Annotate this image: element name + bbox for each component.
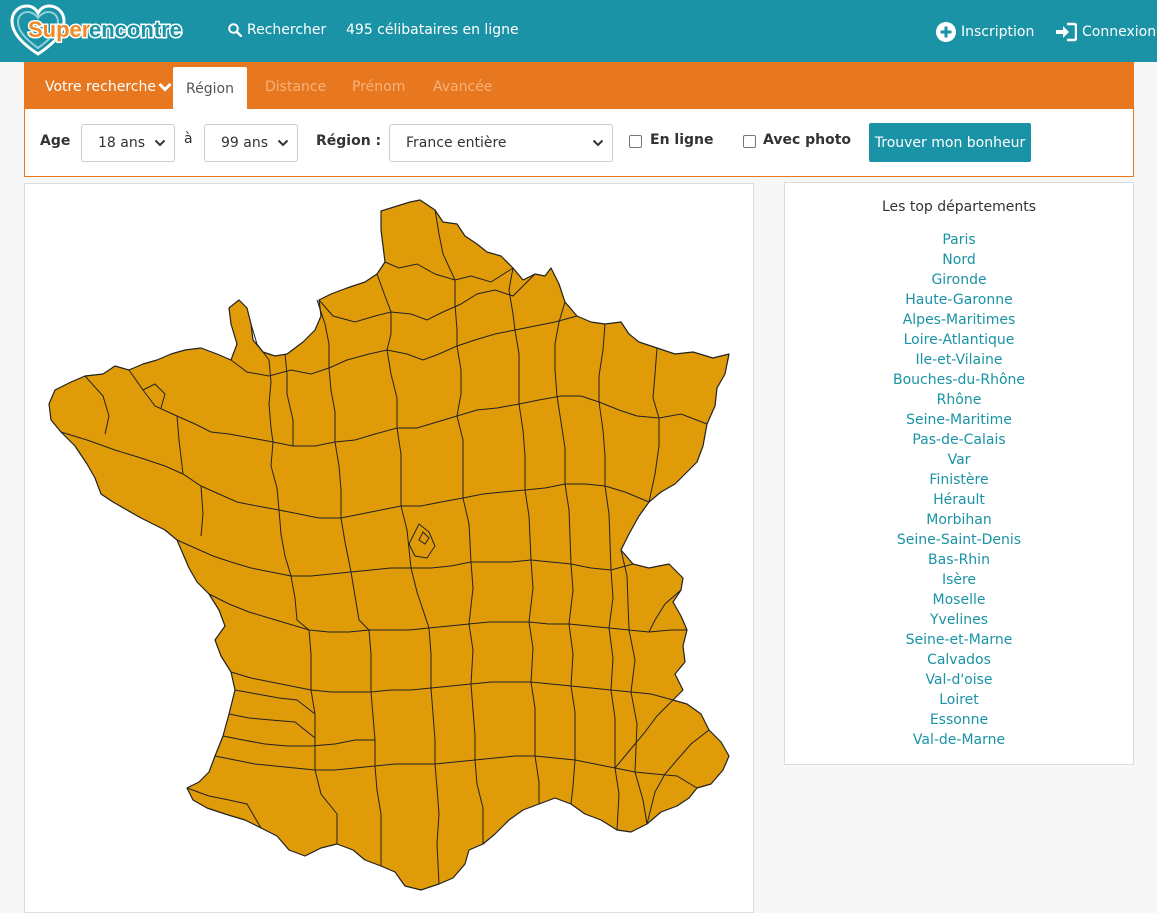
- search-filters: Age 18 ans à 99 ans Région : France enti…: [25, 109, 1133, 177]
- departement-link[interactable]: Bouches-du-Rhône: [785, 371, 1133, 391]
- departement-link[interactable]: Seine-Maritime: [785, 411, 1133, 431]
- departement-link[interactable]: Ile-et-Vilaine: [785, 351, 1133, 371]
- online-checkbox-label: En ligne: [650, 132, 714, 148]
- tab-prenom-label: Prénom: [352, 79, 406, 95]
- superencontre-logo[interactable]: Super encontre: [10, 4, 186, 60]
- search-link[interactable]: Rechercher: [228, 22, 326, 38]
- svg-text:encontre: encontre: [89, 17, 182, 42]
- departement-link[interactable]: Var: [785, 451, 1133, 471]
- departement-link[interactable]: Calvados: [785, 651, 1133, 671]
- top-navbar: Super encontre Rechercher 495 célibatair…: [0, 0, 1157, 62]
- top-departements-title: Les top départements: [881, 199, 1037, 215]
- departement-link[interactable]: Alpes-Maritimes: [785, 311, 1133, 331]
- tab-avancee[interactable]: Avancée: [433, 63, 492, 109]
- departement-link[interactable]: Haute-Garonne: [785, 291, 1133, 311]
- chevron-down-icon: [154, 139, 166, 147]
- search-tabs: Votre recherche Région Distance Prénom A…: [25, 63, 1133, 109]
- age-min-value: 18 ans: [98, 135, 146, 151]
- tab-votre-recherche[interactable]: Votre recherche: [45, 63, 172, 109]
- photo-checkbox[interactable]: [743, 135, 756, 148]
- online-count[interactable]: 495 célibataires en ligne: [346, 22, 519, 38]
- age-max-value: 99 ans: [221, 135, 269, 151]
- online-checkbox[interactable]: [629, 135, 642, 148]
- departement-link[interactable]: Seine-et-Marne: [785, 631, 1133, 651]
- departement-link[interactable]: Seine-Saint-Denis: [785, 531, 1133, 551]
- departement-link[interactable]: Paris: [785, 231, 1133, 251]
- region-select[interactable]: France entière: [389, 124, 613, 162]
- tab-prenom[interactable]: Prénom: [352, 63, 405, 109]
- age-min-select[interactable]: 18 ans: [81, 124, 175, 162]
- departement-link[interactable]: Pas-de-Calais: [785, 431, 1133, 451]
- departement-link[interactable]: Bas-Rhin: [785, 551, 1133, 571]
- departement-link[interactable]: Hérault: [785, 491, 1133, 511]
- region-value: France entière: [406, 135, 507, 151]
- search-panel: Votre recherche Région Distance Prénom A…: [24, 62, 1134, 177]
- age-to-label: à: [184, 131, 193, 147]
- find-button[interactable]: Trouver mon bonheur: [869, 123, 1031, 162]
- svg-text:Super: Super: [28, 17, 91, 42]
- signup-label: Inscription: [961, 24, 1035, 40]
- departement-link[interactable]: Finistère: [785, 471, 1133, 491]
- departement-link[interactable]: Essonne: [785, 711, 1133, 731]
- tab-distance[interactable]: Distance: [265, 63, 326, 109]
- france-map-panel: [24, 183, 754, 913]
- departement-link[interactable]: Val-de-Marne: [785, 731, 1133, 751]
- search-link-label: Rechercher: [247, 22, 327, 38]
- departement-link[interactable]: Loiret: [785, 691, 1133, 711]
- signup-link[interactable]: Inscription: [936, 22, 1034, 42]
- online-count-label: 495 célibataires en ligne: [346, 22, 519, 38]
- top-departements-panel: Les top départements Paris Nord Gironde Hau…: [784, 182, 1134, 765]
- departement-link[interactable]: Moselle: [785, 591, 1133, 611]
- departement-link[interactable]: Nord: [785, 251, 1133, 271]
- age-label: Age: [40, 133, 71, 149]
- top-departements-list: Paris Nord Gironde Haute-Garonne Alpes-Marit…: [785, 231, 1133, 751]
- departement-link[interactable]: Loire-Atlantique: [785, 331, 1133, 351]
- departement-link[interactable]: Val-d'oise: [785, 671, 1133, 691]
- tab-region[interactable]: Région: [173, 67, 247, 109]
- photo-checkbox-label: Avec photo: [763, 132, 852, 148]
- plus-circle-icon: [936, 22, 956, 42]
- tab-votre-recherche-label: Votre recherche: [45, 79, 156, 95]
- departement-link[interactable]: Morbihan: [785, 511, 1133, 531]
- tab-avancee-label: Avancée: [433, 79, 493, 95]
- departement-link[interactable]: Gironde: [785, 271, 1133, 291]
- france-outline: [48, 199, 730, 891]
- tab-region-label: Région: [186, 81, 234, 97]
- departement-link[interactable]: Yvelines: [785, 611, 1133, 631]
- login-label: Connexion: [1082, 24, 1157, 40]
- age-max-select[interactable]: 99 ans: [204, 124, 298, 162]
- chevron-down-icon: [158, 82, 172, 92]
- france-departements-map[interactable]: [25, 184, 755, 900]
- chevron-down-icon: [592, 139, 604, 147]
- find-button-label: Trouver mon bonheur: [874, 134, 1026, 151]
- chevron-down-icon: [277, 139, 289, 147]
- login-link[interactable]: Connexion: [1055, 22, 1156, 42]
- tab-distance-label: Distance: [265, 79, 327, 95]
- departement-link[interactable]: Isère: [785, 571, 1133, 591]
- sign-in-icon: [1056, 22, 1077, 42]
- region-label: Région :: [316, 133, 382, 149]
- departement-link[interactable]: Rhône: [785, 391, 1133, 411]
- search-icon: [228, 23, 242, 37]
